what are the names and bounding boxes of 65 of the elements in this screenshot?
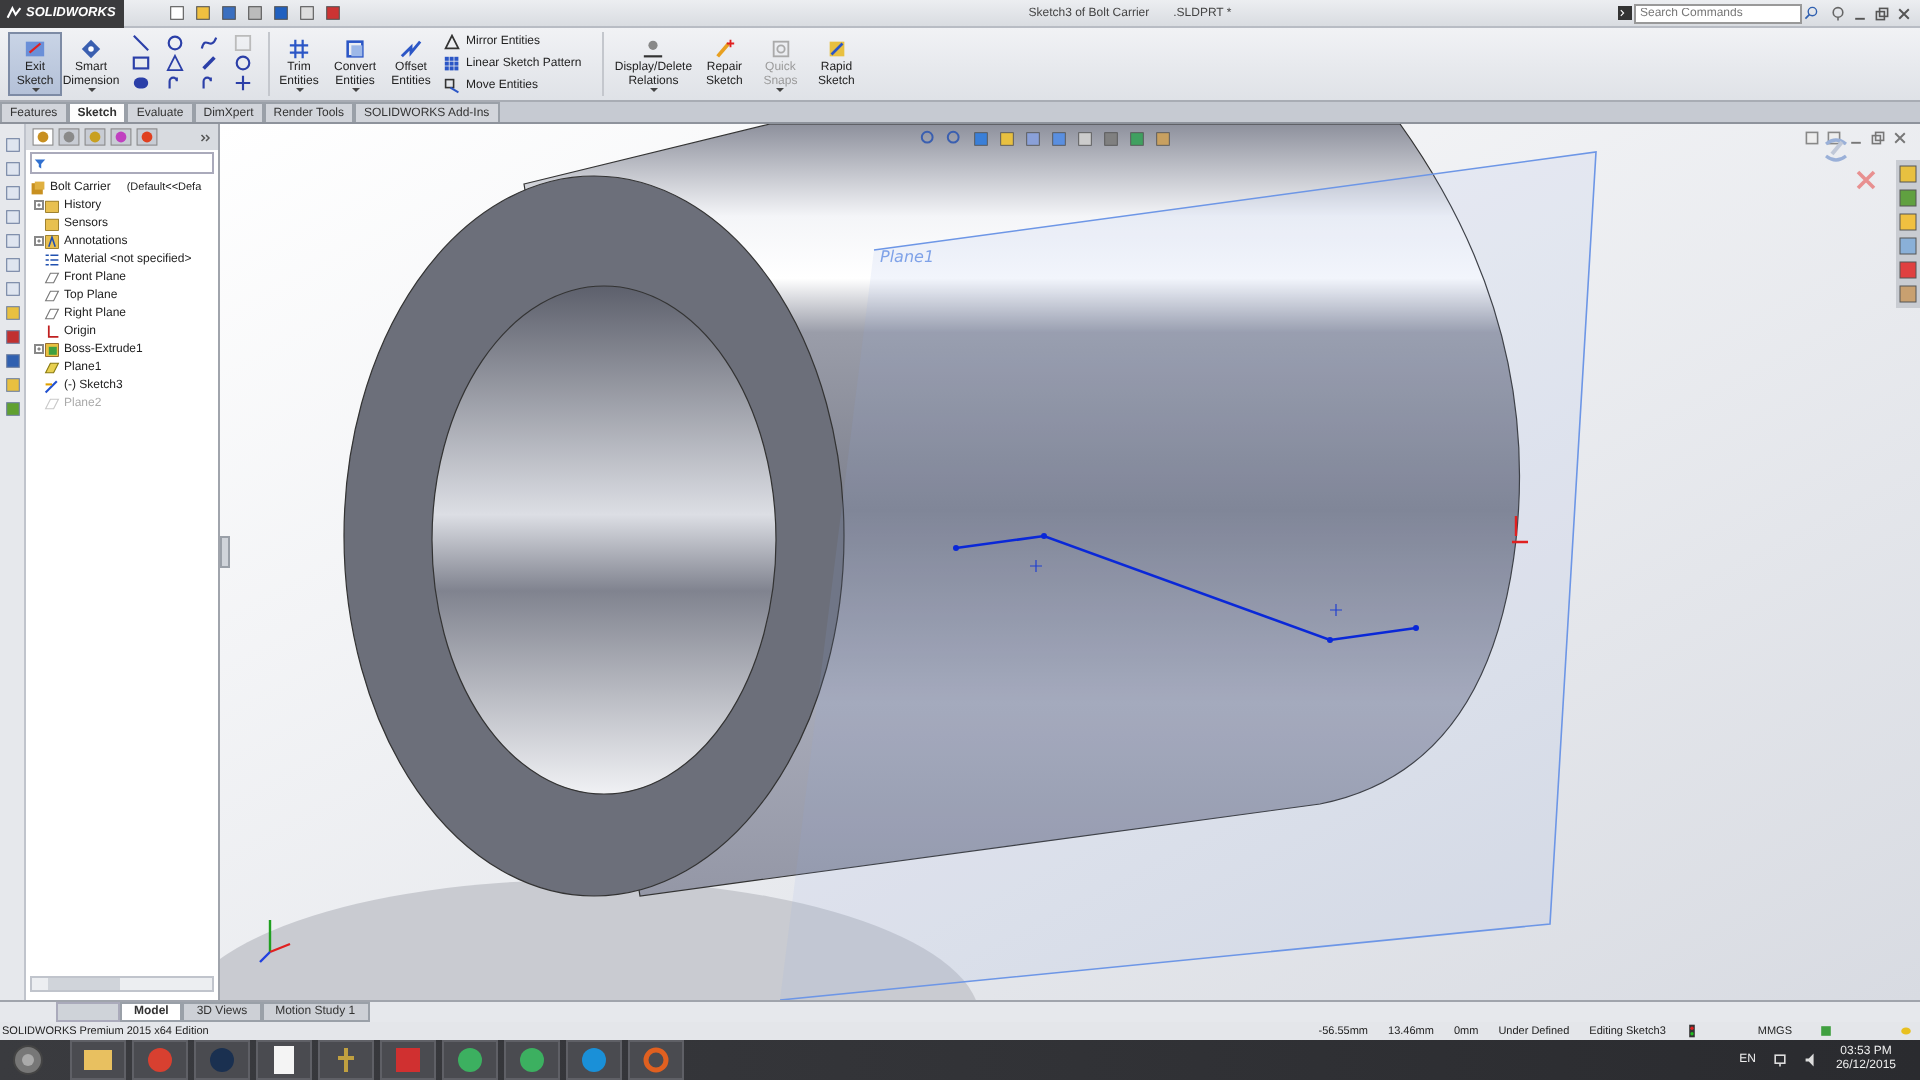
pattern-tool-icon: [444, 56, 460, 72]
relations-tool-icon: [642, 38, 665, 60]
repair-tool-icon: [713, 38, 736, 60]
dropdown-caret-icon: [87, 88, 95, 92]
rebuild-light-icon: [1685, 1024, 1698, 1038]
annotation-icon: [44, 233, 60, 249]
rapid-tool-icon: [825, 38, 848, 60]
origin-marker: [1510, 514, 1530, 544]
dropdown-caret-icon: [776, 88, 785, 92]
expand-toggle[interactable]: [33, 200, 43, 210]
trim-tool-icon: [288, 38, 310, 60]
circle-logo-icon[interactable]: [566, 1040, 622, 1080]
dimension-tool-icon: [80, 38, 102, 60]
close-icon[interactable]: [1896, 5, 1912, 21]
horizontal-scrollbar[interactable]: [30, 976, 214, 992]
midpoint-marker: [1329, 603, 1343, 617]
panel-tab-icon[interactable]: [58, 128, 80, 146]
document-icon[interactable]: [256, 1040, 312, 1080]
expand-chevron-icon[interactable]: [200, 131, 212, 143]
panel-tab-icon[interactable]: [136, 128, 158, 146]
close-icon[interactable]: [1892, 130, 1908, 146]
dropdown-caret-icon: [351, 88, 359, 92]
material-icon: [44, 251, 60, 267]
circle-logo-icon[interactable]: [504, 1040, 560, 1080]
feature-icon: [44, 341, 60, 357]
network-icon[interactable]: [1771, 1052, 1788, 1068]
restore-icon[interactable]: [1874, 5, 1890, 21]
snaps-tool-icon: [769, 38, 792, 60]
panel-collapse-handle[interactable]: [220, 536, 230, 568]
sketch-polyline[interactable]: [953, 533, 1419, 643]
origin-icon: [44, 323, 60, 339]
dropdown-caret-icon: [649, 88, 658, 92]
cube-logo-icon[interactable]: [380, 1040, 436, 1080]
part-icon: [30, 179, 46, 195]
offset-tool-icon: [400, 38, 422, 60]
ring-logo-icon[interactable]: [628, 1040, 684, 1080]
axis-triad-icon[interactable]: [259, 920, 291, 963]
figure-icon[interactable]: [318, 1040, 374, 1080]
confirm-sketch-icon[interactable]: [1820, 136, 1852, 164]
plane-icon: [44, 395, 60, 411]
plane-label: Plane1: [880, 248, 935, 266]
circle-logo-icon[interactable]: [442, 1040, 498, 1080]
reference-plane-icon: [44, 359, 60, 375]
expand-toggle[interactable]: [33, 236, 43, 246]
terminal-icon[interactable]: [1618, 6, 1632, 20]
search-icon: [1804, 6, 1818, 20]
plane-outline[interactable]: [779, 151, 1597, 1000]
restore-icon[interactable]: [1870, 130, 1886, 146]
sketch-icon: [44, 377, 60, 393]
sketch-tool-icon[interactable]: [234, 74, 252, 92]
convert-tool-icon: [344, 38, 366, 60]
panel-tab-icon[interactable]: [32, 128, 54, 146]
logo-icon: [6, 6, 22, 20]
expand-toggle[interactable]: [33, 344, 43, 354]
exit-tool-icon: [24, 38, 46, 60]
midpoint-marker: [1029, 559, 1043, 573]
dropdown-caret-icon: [31, 88, 39, 92]
mirror-tool-icon: [444, 34, 460, 50]
move-tool-icon: [444, 78, 460, 94]
volume-icon[interactable]: [1803, 1052, 1820, 1068]
folder-icon[interactable]: [70, 1040, 126, 1080]
panel-tab-icon[interactable]: [110, 128, 132, 146]
start-button-icon[interactable]: [12, 1044, 44, 1076]
dropdown-caret-icon: [295, 88, 303, 92]
filter-icon[interactable]: [34, 157, 46, 169]
